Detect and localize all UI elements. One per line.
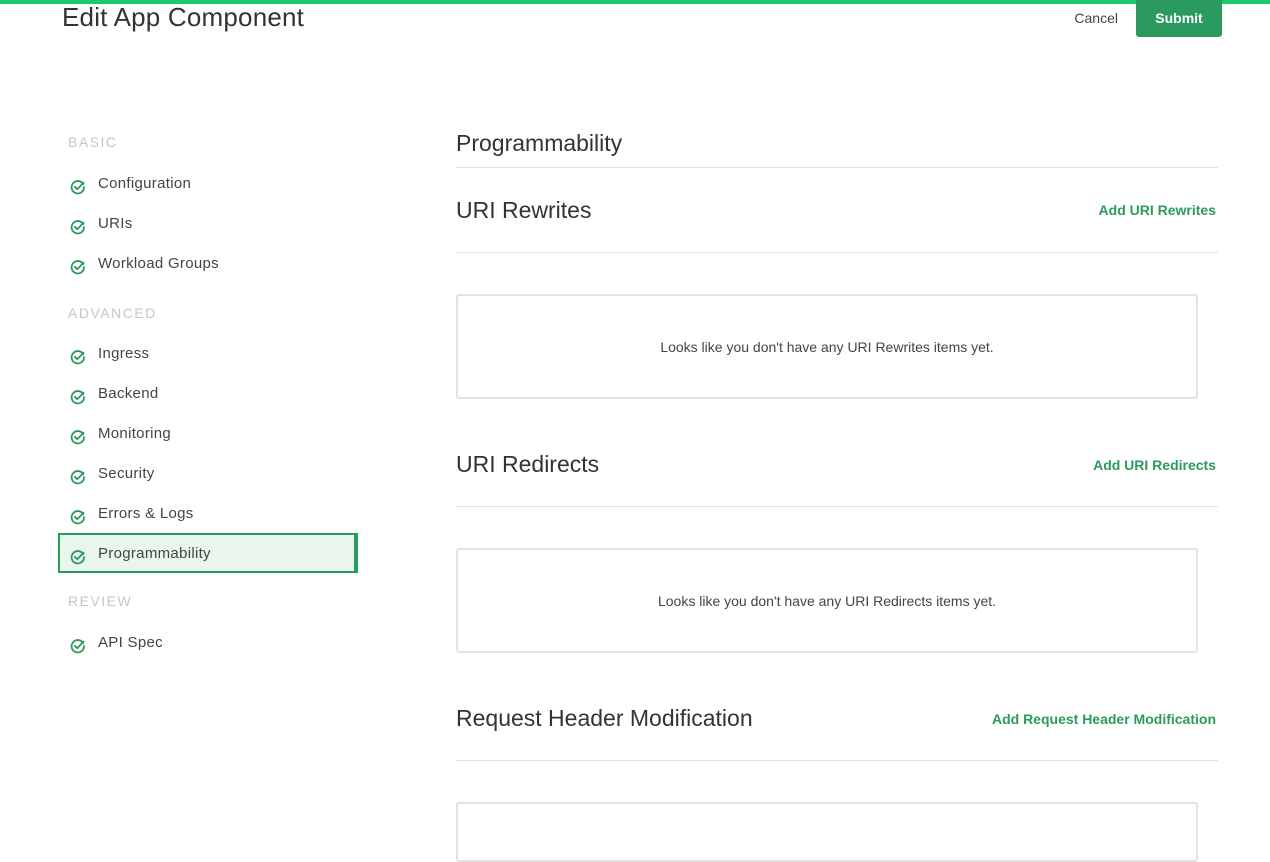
section-title: Programmability (456, 124, 1218, 168)
uri-rewrites-empty-state: Looks like you don't have any URI Rewrit… (456, 294, 1198, 399)
sidebar-item-label: Configuration (98, 174, 192, 192)
request-header-modification-empty-state (456, 802, 1198, 862)
sidebar-item-label: Security (98, 464, 155, 482)
add-request-header-modification-link[interactable]: Add Request Header Modification (992, 711, 1216, 727)
check-circle-icon (70, 389, 86, 405)
sidebar-item-label: Errors & Logs (98, 504, 194, 522)
check-circle-icon (70, 349, 86, 365)
sidebar-item-ingress[interactable]: Ingress (58, 333, 358, 373)
sidebar-item-label: API Spec (98, 633, 163, 651)
sidebar-item-monitoring[interactable]: Monitoring (58, 413, 358, 453)
sidebar-item-uris[interactable]: URIs (58, 203, 358, 243)
check-circle-icon (70, 509, 86, 525)
page-title: Edit App Component (62, 2, 305, 32)
section-heading-review: REVIEW (68, 593, 133, 609)
uri-redirects-header: URI Redirects Add URI Redirects (456, 423, 1218, 507)
section-heading-basic: BASIC (68, 134, 118, 150)
add-uri-redirects-link[interactable]: Add URI Redirects (1093, 457, 1216, 473)
cancel-button[interactable]: Cancel (1074, 10, 1118, 26)
request-header-modification-title: Request Header Modification (456, 705, 753, 731)
sidebar-item-configuration[interactable]: Configuration (58, 163, 358, 203)
sidebar-item-label: Monitoring (98, 424, 172, 442)
request-header-modification-section: Request Header Modification Add Request … (456, 677, 1218, 862)
check-circle-icon (70, 638, 86, 654)
sidebar-item-label: Backend (98, 384, 159, 402)
add-uri-rewrites-link[interactable]: Add URI Rewrites (1099, 202, 1216, 218)
header-actions: Cancel Submit (1074, 0, 1222, 37)
check-circle-icon (70, 549, 86, 565)
uri-rewrites-header: URI Rewrites Add URI Rewrites (456, 168, 1218, 253)
sidebar-item-backend[interactable]: Backend (58, 373, 358, 413)
check-circle-icon (70, 219, 86, 235)
check-circle-icon (70, 469, 86, 485)
section-heading-advanced: ADVANCED (68, 305, 157, 321)
sidebar-item-errors-logs[interactable]: Errors & Logs (58, 493, 358, 533)
sidebar-item-label: URIs (98, 214, 133, 232)
sidebar-item-label: Programmability (98, 544, 211, 562)
sidebar-item-programmability[interactable]: Programmability (58, 533, 358, 573)
uri-redirects-section: URI Redirects Add URI Redirects Looks li… (456, 423, 1218, 653)
submit-button[interactable]: Submit (1136, 0, 1222, 37)
uri-rewrites-section: URI Rewrites Add URI Rewrites Looks like… (456, 168, 1218, 399)
check-circle-icon (70, 429, 86, 445)
uri-rewrites-title: URI Rewrites (456, 196, 592, 223)
uri-redirects-title: URI Redirects (456, 451, 600, 477)
main-content: Programmability URI Rewrites Add URI Rew… (456, 124, 1218, 862)
sidebar-item-api-spec[interactable]: API Spec (58, 622, 358, 662)
sidebar-item-label: Ingress (98, 344, 150, 362)
uri-redirects-empty-state: Looks like you don't have any URI Redire… (456, 548, 1198, 653)
sidebar-item-label: Workload Groups (98, 254, 219, 272)
request-header-modification-header: Request Header Modification Add Request … (456, 677, 1218, 761)
check-circle-icon (70, 179, 86, 195)
sidebar-item-security[interactable]: Security (58, 453, 358, 493)
sidebar-item-workload-groups[interactable]: Workload Groups (58, 243, 358, 283)
check-circle-icon (70, 259, 86, 275)
sidebar-nav: BASIC Configuration URIs Workload Groups… (58, 132, 358, 662)
